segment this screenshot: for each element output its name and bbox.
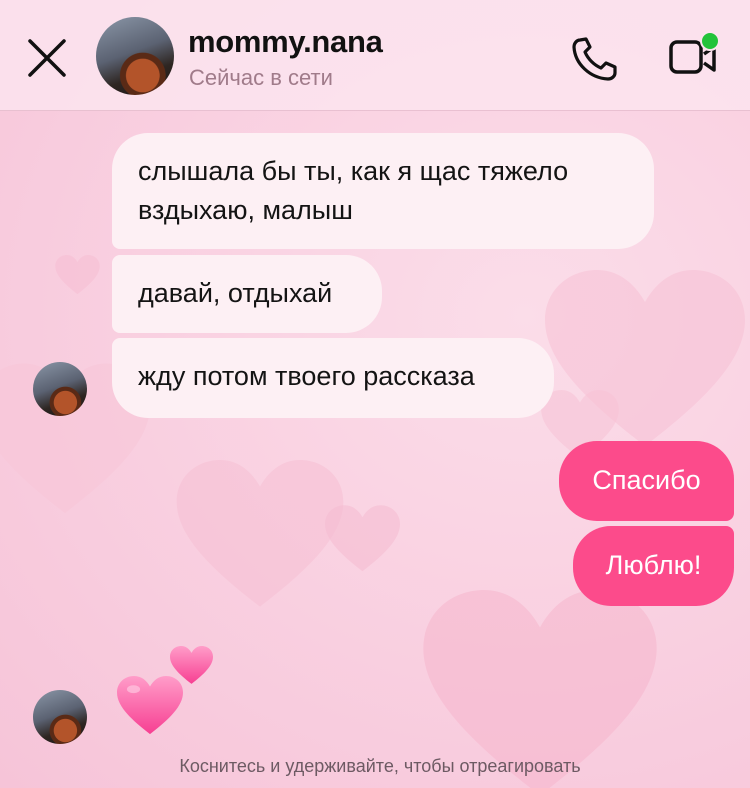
chat-username[interactable]: mommy.nana (188, 24, 383, 60)
two-hearts-icon[interactable] (112, 642, 222, 746)
online-status: Сейчас в сети (189, 65, 333, 90)
background-heart-icon (176, 460, 344, 607)
incoming-message[interactable]: жду потом твоего рассказа (112, 338, 554, 418)
chat-screen: mommy.nana Сейчас в сети слышала бы ты, … (0, 0, 750, 788)
chat-header: mommy.nana Сейчас в сети (0, 0, 750, 111)
close-icon[interactable] (22, 33, 72, 83)
phone-call-icon[interactable] (568, 34, 622, 84)
sender-avatar[interactable] (33, 690, 87, 744)
incoming-message[interactable]: слышала бы ты, как я щас тяжело вздыхаю,… (112, 133, 654, 249)
background-heart-icon (325, 505, 400, 572)
incoming-message[interactable]: давай, отдыхай (112, 255, 382, 333)
profile-avatar[interactable] (96, 17, 174, 95)
reaction-hint: Коснитесь и удерживайте, чтобы отреагиро… (179, 756, 581, 776)
outgoing-message[interactable]: Спасибо (559, 441, 734, 521)
sender-avatar[interactable] (33, 362, 87, 416)
online-indicator-dot (700, 31, 720, 51)
background-heart-icon (55, 255, 100, 295)
outgoing-message[interactable]: Люблю! (573, 526, 734, 606)
